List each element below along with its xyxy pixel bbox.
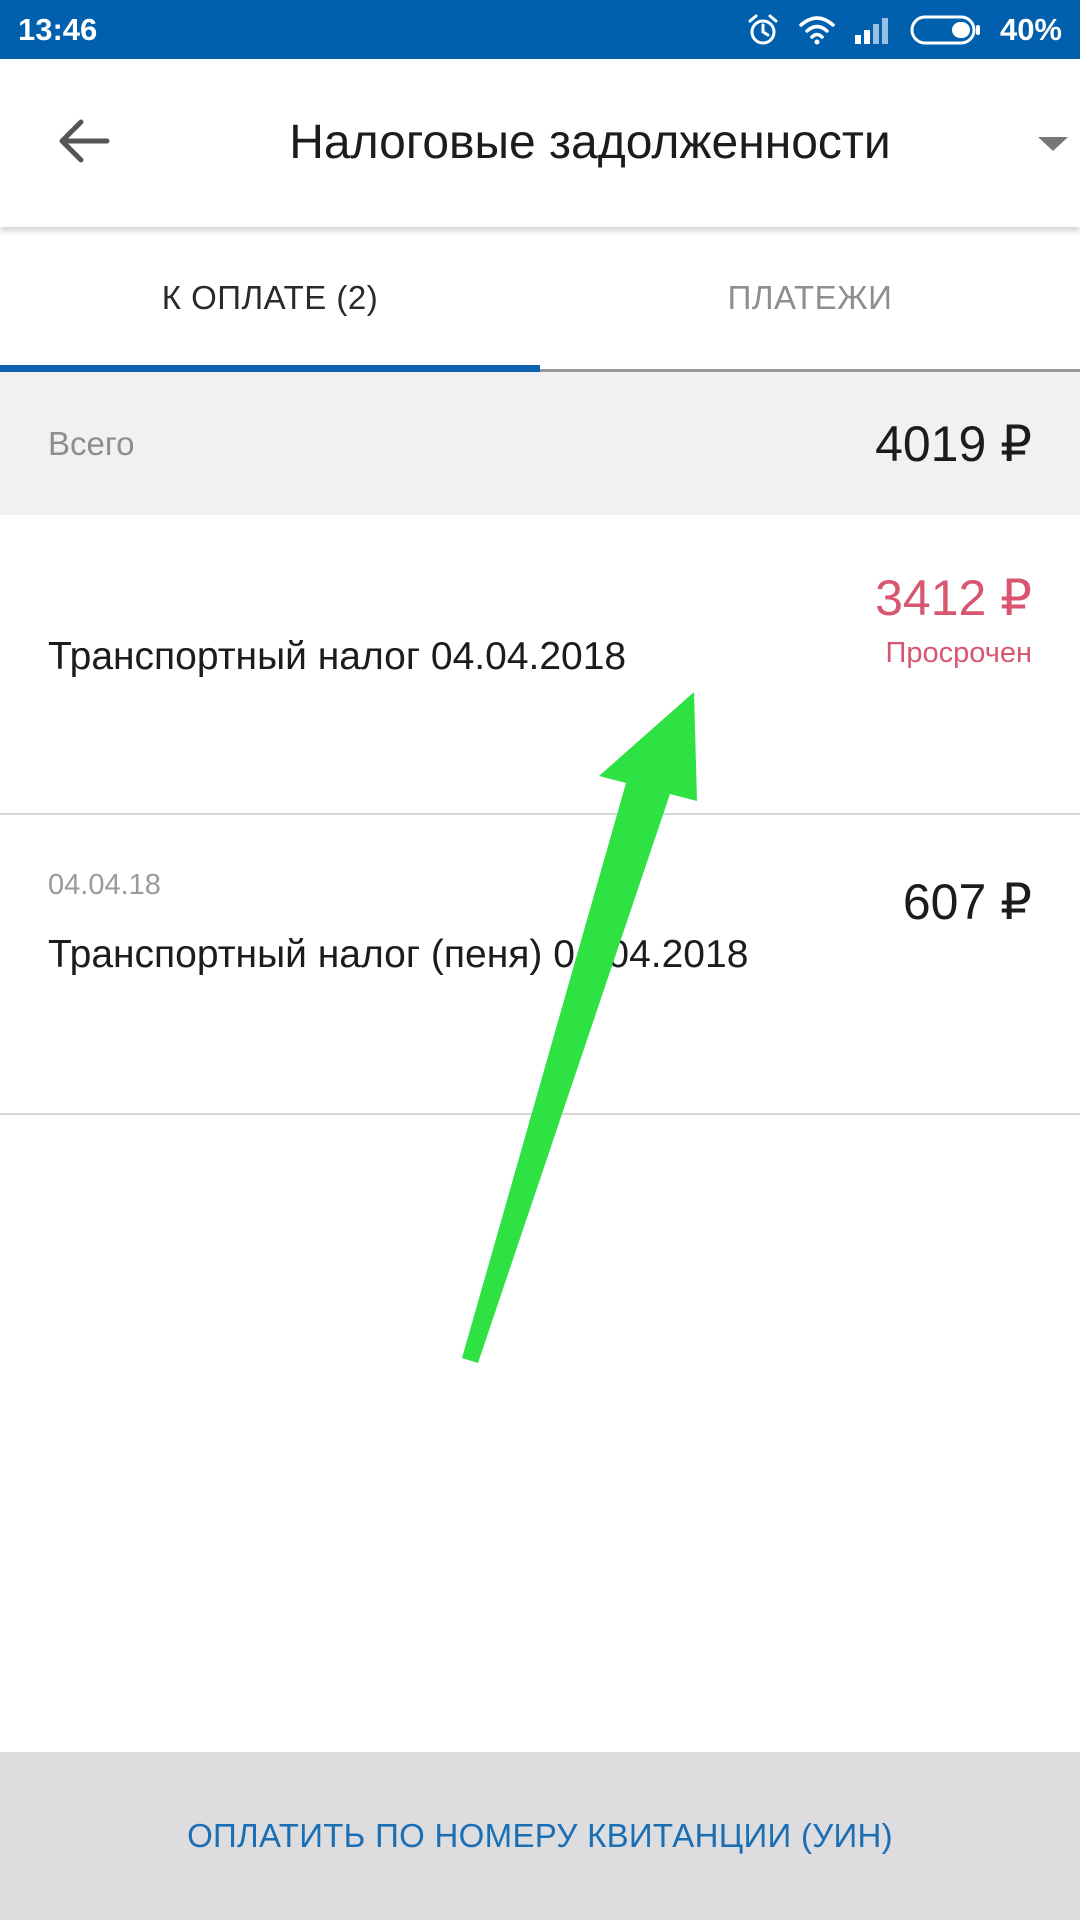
total-amount: 4019 ₽ [875,415,1032,472]
debt-name: Транспортный налог (пеня) 04.04.2018 [48,933,749,976]
debt-name: Транспортный налог 04.04.2018 [48,635,627,678]
arrow-left-icon [57,117,111,170]
status-time: 13:46 [18,11,98,47]
alarm-icon [746,13,780,47]
menu-dropdown-button[interactable] [1038,137,1068,158]
back-button[interactable] [48,107,120,179]
overdue-status: Просрочен [885,637,1032,669]
total-summary: Всего 4019 ₽ [0,372,1080,515]
battery-percent: 40% [999,11,1062,47]
tab-to-pay[interactable]: К ОПЛАТЕ (2) [0,227,540,372]
tab-payments[interactable]: ПЛАТЕЖИ [540,227,1080,369]
debt-date: 04.04.18 [48,869,161,901]
tab-bar: К ОПЛАТЕ (2) ПЛАТЕЖИ [0,227,1080,372]
signal-icon [854,15,892,45]
status-bar: 13:46 40% [0,0,1080,59]
total-label: Всего [48,424,135,462]
debt-amount: 3412 ₽ [875,570,1032,626]
debt-amount: 607 ₽ [902,874,1032,930]
caret-down-icon [1038,137,1068,157]
debt-item-transport-tax[interactable]: Транспортный налог 04.04.2018 3412 ₽ Про… [0,515,1080,815]
debt-item-transport-tax-penalty[interactable]: 04.04.18 Транспортный налог (пеня) 04.04… [0,815,1080,1115]
page-title: Налоговые задолженности [289,116,891,169]
app-bar: Налоговые задолженности [0,59,1080,227]
wifi-icon [798,15,836,45]
pay-by-receipt-number-button[interactable]: ОПЛАТИТЬ ПО НОМЕРУ КВИТАНЦИИ (УИН) [0,1752,1080,1920]
battery-icon [910,14,982,46]
status-icons: 40% [746,12,1062,48]
